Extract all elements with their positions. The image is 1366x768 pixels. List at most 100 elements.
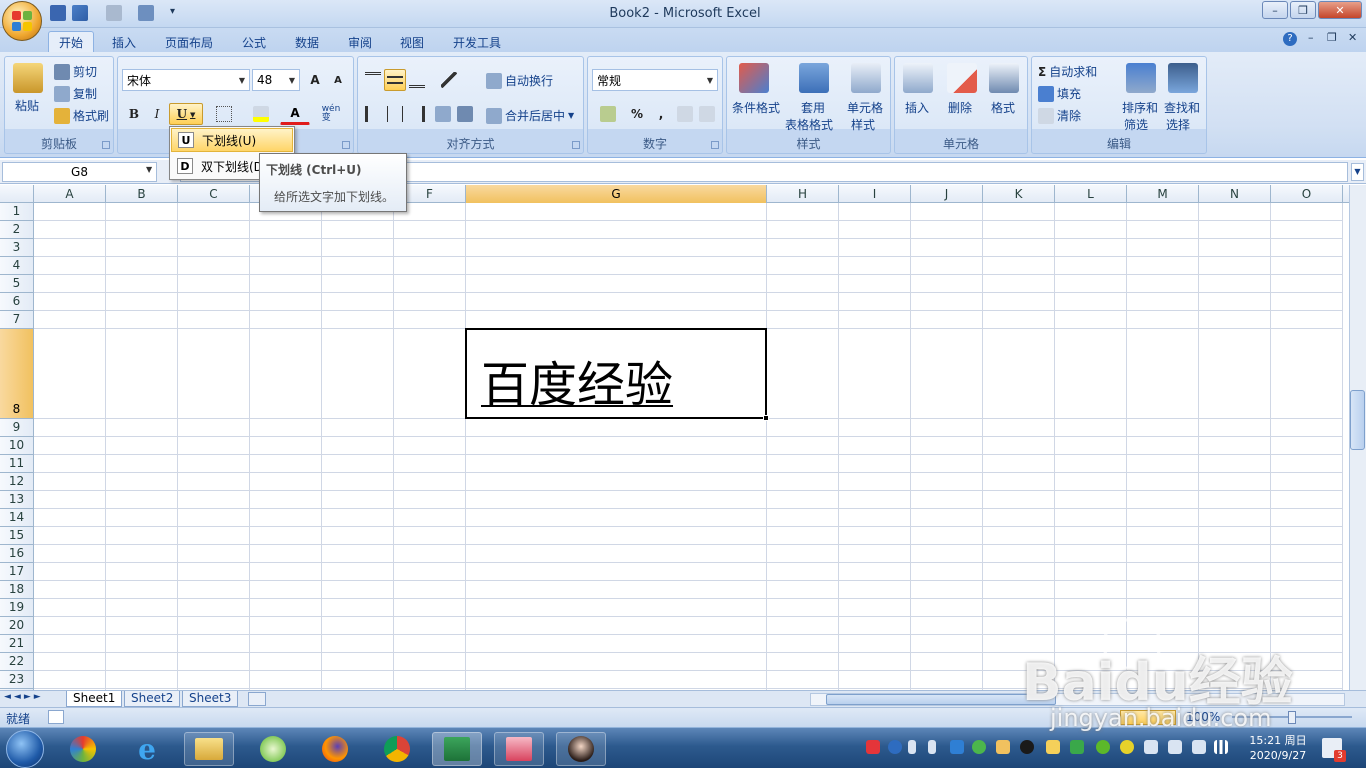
column-header[interactable]: B xyxy=(106,185,178,203)
chevron-down-icon[interactable]: ▼ xyxy=(146,165,152,174)
align-right-button[interactable] xyxy=(406,103,428,125)
row-header[interactable]: 3 xyxy=(0,239,34,257)
wrap-text-button[interactable]: 自动换行 xyxy=(486,72,553,89)
tab-insert[interactable]: 插入 xyxy=(102,31,146,53)
sheet-nav-icons[interactable]: ◄◄►► xyxy=(4,692,44,702)
align-left-button[interactable] xyxy=(362,103,384,125)
font-size-combo[interactable]: 48 ▼ xyxy=(252,69,300,91)
table-format-line1[interactable]: 套用 xyxy=(801,99,825,116)
menu-item-underline[interactable]: U 下划线(U) xyxy=(171,128,293,152)
row-header[interactable]: 2 xyxy=(0,221,34,239)
start-button[interactable] xyxy=(6,730,44,768)
tab-formulas[interactable]: 公式 xyxy=(232,31,276,53)
plus-tray-icon[interactable] xyxy=(1120,740,1134,754)
row-header[interactable]: 19 xyxy=(0,599,34,617)
taskbar-chrome[interactable] xyxy=(372,732,422,766)
taskbar-excel[interactable] xyxy=(432,732,482,766)
zoom-slider-thumb[interactable] xyxy=(1288,711,1296,724)
align-bottom-button[interactable] xyxy=(406,69,428,91)
currency-button[interactable] xyxy=(592,103,624,125)
tab-home[interactable]: 开始 xyxy=(48,31,95,53)
column-header[interactable]: J xyxy=(911,185,983,203)
orientation-button[interactable] xyxy=(434,69,464,91)
number-launcher-icon[interactable] xyxy=(711,141,719,149)
row-header[interactable]: 22 xyxy=(0,653,34,671)
row-header[interactable]: 8 xyxy=(0,329,34,419)
display-icon[interactable] xyxy=(1168,740,1182,754)
minimize-button[interactable]: – xyxy=(1262,1,1288,19)
microphone-icon[interactable] xyxy=(908,740,916,754)
format-painter-button[interactable]: 格式刷 xyxy=(54,107,109,124)
table-format-line2[interactable]: 表格格式 xyxy=(785,116,833,133)
sheet-tab[interactable]: Sheet1 xyxy=(66,691,123,707)
align-middle-button[interactable] xyxy=(384,69,406,91)
select-all-corner[interactable] xyxy=(0,185,34,203)
paste-icon[interactable] xyxy=(13,63,43,93)
column-header[interactable]: I xyxy=(839,185,911,203)
cut-button[interactable]: 剪切 xyxy=(54,63,97,80)
conditional-format-button[interactable]: 条件格式 xyxy=(732,99,780,116)
sogou-ime-icon[interactable] xyxy=(866,740,880,754)
active-cell-g8[interactable]: 百度经验 xyxy=(465,328,769,421)
autosum-button[interactable]: Σ 自动求和 xyxy=(1038,63,1097,80)
number-format-combo[interactable]: 常规 ▼ xyxy=(592,69,718,91)
align-top-button[interactable] xyxy=(362,69,384,91)
cell-style-line1[interactable]: 单元格 xyxy=(847,99,883,116)
increase-decimal-button[interactable] xyxy=(674,103,696,125)
help-icon[interactable]: ? xyxy=(1283,32,1297,46)
taskbar-app-media[interactable] xyxy=(494,732,544,766)
browser-tray-icon[interactable] xyxy=(1096,740,1110,754)
network-drive-icon[interactable] xyxy=(1144,740,1158,754)
row-header[interactable]: 1 xyxy=(0,203,34,221)
column-header[interactable]: H xyxy=(767,185,839,203)
decrease-decimal-button[interactable] xyxy=(696,103,718,125)
row-header[interactable]: 15 xyxy=(0,527,34,545)
signal-icon[interactable] xyxy=(1214,740,1228,754)
decrease-indent-button[interactable] xyxy=(432,103,454,125)
insert-cells-button[interactable]: 插入 xyxy=(905,99,929,116)
row-header[interactable]: 13 xyxy=(0,491,34,509)
column-header[interactable]: G xyxy=(466,185,767,203)
undo-icon[interactable] xyxy=(72,5,88,21)
clock-time[interactable]: 15:21 周日 xyxy=(1246,732,1310,748)
zoom-level[interactable]: 100% xyxy=(1186,710,1220,724)
row-header[interactable]: 10 xyxy=(0,437,34,455)
row-header[interactable]: 11 xyxy=(0,455,34,473)
tray-arrow-icon[interactable] xyxy=(928,740,936,754)
find-select-line2[interactable]: 选择 xyxy=(1166,116,1190,133)
app-tray-icon[interactable] xyxy=(996,740,1010,754)
office-button[interactable] xyxy=(2,1,42,41)
shield-icon[interactable] xyxy=(1070,740,1084,754)
copy-button[interactable]: 复制 xyxy=(54,85,97,102)
shrink-font-button[interactable]: A xyxy=(327,69,349,91)
sheet-tab[interactable]: Sheet3 xyxy=(182,691,239,707)
cell-style-line2[interactable]: 样式 xyxy=(851,116,875,133)
row-header[interactable]: 23 xyxy=(0,671,34,689)
redo-icon[interactable] xyxy=(106,5,122,21)
vertical-scroll-thumb[interactable] xyxy=(1350,390,1365,450)
sheet-tab[interactable]: Sheet2 xyxy=(124,691,181,707)
row-header[interactable]: 14 xyxy=(0,509,34,527)
clock-date[interactable]: 2020/9/27 xyxy=(1246,749,1310,762)
row-header[interactable]: 12 xyxy=(0,473,34,491)
taskbar-app-1[interactable] xyxy=(58,732,108,766)
bold-button[interactable]: B xyxy=(123,103,145,125)
italic-button[interactable]: I xyxy=(146,103,168,125)
row-header[interactable]: 6 xyxy=(0,293,34,311)
font-color-button[interactable]: A xyxy=(280,103,310,125)
row-header[interactable]: 4 xyxy=(0,257,34,275)
phonetic-button[interactable]: wén 变 xyxy=(314,103,348,125)
expand-formula-icon[interactable]: ▼ xyxy=(1351,163,1364,181)
comma-button[interactable]: , xyxy=(650,103,672,125)
volume-icon[interactable] xyxy=(1192,740,1206,754)
clear-button[interactable]: 清除 xyxy=(1038,107,1081,124)
font-name-combo[interactable]: 宋体 ▼ xyxy=(122,69,250,91)
clipboard-launcher-icon[interactable] xyxy=(102,141,110,149)
increase-indent-button[interactable] xyxy=(454,103,476,125)
row-header[interactable]: 20 xyxy=(0,617,34,635)
taskbar-ie[interactable]: e xyxy=(122,732,172,766)
wechat-icon[interactable] xyxy=(972,740,986,754)
row-header[interactable]: 18 xyxy=(0,581,34,599)
fill-handle[interactable] xyxy=(763,415,769,421)
borders-button[interactable] xyxy=(208,103,240,125)
